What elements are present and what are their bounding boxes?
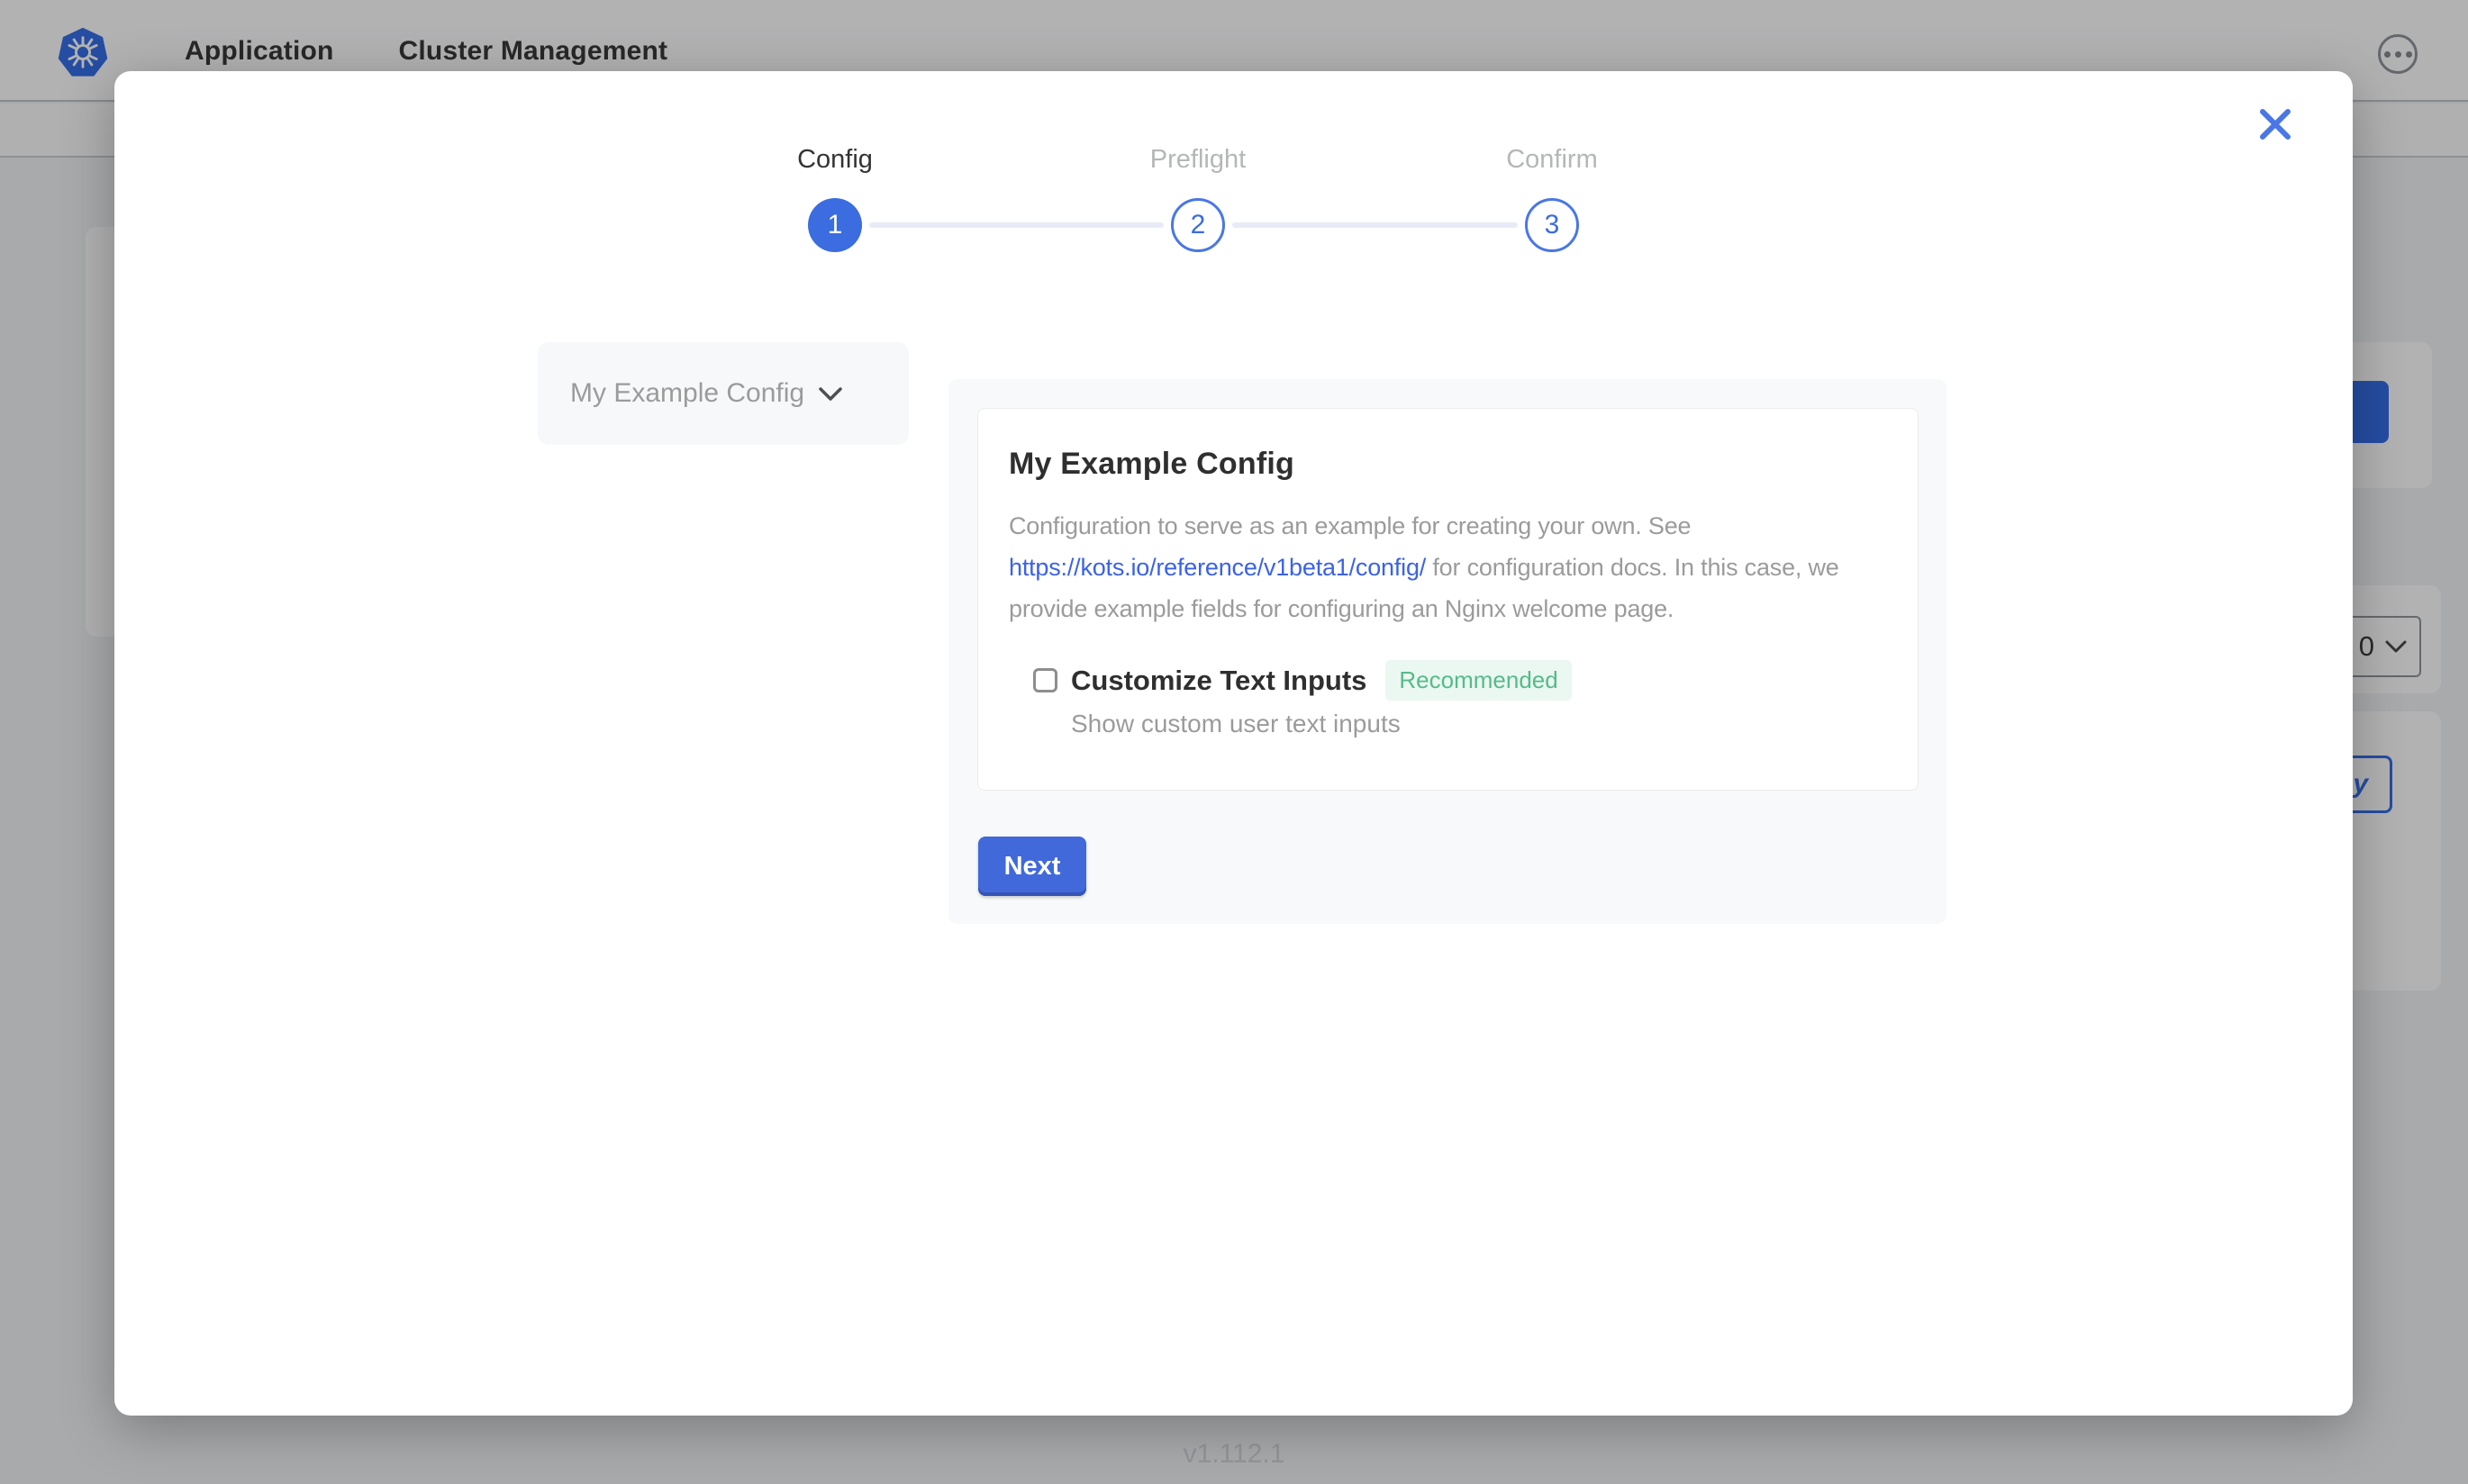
step-label-confirm: Confirm	[1417, 145, 1687, 175]
step-circle-3: 3	[1525, 198, 1579, 252]
step-label-config: Config	[700, 145, 970, 175]
config-docs-link[interactable]: https://kots.io/reference/v1beta1/config…	[1009, 554, 1426, 581]
config-group-dropdown[interactable]: My Example Config	[538, 342, 909, 445]
recommended-badge: Recommended	[1385, 660, 1571, 701]
next-button[interactable]: Next	[978, 837, 1086, 896]
step-circle-1: 1	[808, 198, 862, 252]
config-group-card: My Example Config Configuration to serve…	[977, 408, 1919, 791]
config-panel: My Example Config Configuration to serve…	[948, 379, 1946, 924]
config-group-dropdown-label: My Example Config	[570, 378, 804, 409]
config-group-title: My Example Config	[1009, 447, 1887, 482]
config-group-description: Configuration to serve as an example for…	[1009, 505, 1874, 629]
chevron-down-icon	[819, 387, 842, 401]
step-connector-2	[1232, 222, 1518, 228]
description-text-before: Configuration to serve as an example for…	[1009, 512, 1691, 539]
step-connector-1	[869, 222, 1164, 228]
step-label-preflight: Preflight	[1063, 145, 1333, 175]
step-circle-2: 2	[1171, 198, 1225, 252]
customize-text-inputs-row: Customize Text Inputs Recommended	[1033, 660, 1887, 701]
kots-admin-screen: Application Cluster Management 0 y v1.11…	[0, 0, 2468, 1484]
close-icon[interactable]	[2251, 100, 2300, 149]
customize-text-inputs-checkbox[interactable]	[1033, 668, 1057, 692]
config-wizard-modal: Config Preflight Confirm 1 2 3 My Exampl…	[114, 71, 2353, 1416]
customize-text-inputs-help: Show custom user text inputs	[1071, 710, 1887, 738]
customize-text-inputs-label: Customize Text Inputs	[1071, 665, 1366, 697]
